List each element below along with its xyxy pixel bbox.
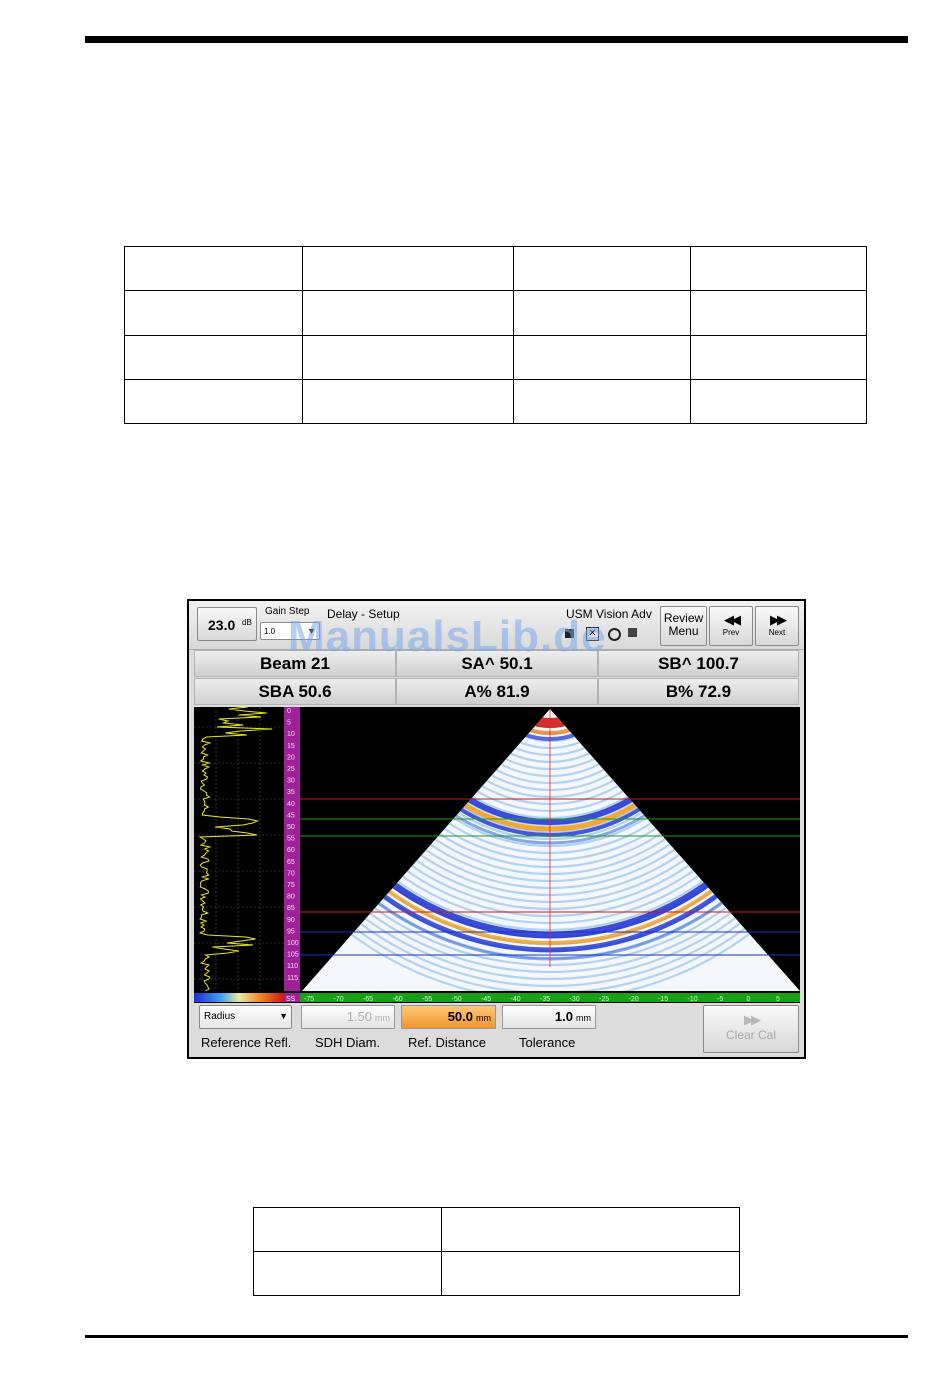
depth-tick-label: 25: [287, 766, 295, 773]
scan-view[interactable]: 0 5 10 15 20 25 30 35 40 45 50 55 60 65 70 75 80 85 90 95 10…: [194, 706, 800, 1003]
bottom-table: [253, 1207, 740, 1296]
depth-tick-label: 100: [287, 940, 299, 947]
depth-tick-label: 90: [287, 917, 295, 924]
angle-tick-label: -25: [599, 996, 609, 1003]
angle-tick-label: -10: [688, 996, 698, 1003]
table-row: [253, 1251, 740, 1296]
calibration-controls: Radius ▼ Reference Refl. 1.50 mm SDH Diam…: [194, 1005, 800, 1057]
angle-tick-label: -35: [540, 996, 550, 1003]
gain-value: 23.0: [208, 617, 236, 633]
rewind-icon: ◀◀: [724, 612, 741, 627]
depth-tick-label: 30: [287, 778, 295, 785]
depth-tick-label: 80: [287, 894, 295, 901]
depth-tick-label: 105: [287, 952, 299, 959]
depth-tick-label: 60: [287, 847, 295, 854]
top-table: [124, 245, 867, 425]
tolerance-unit: mm: [576, 1013, 591, 1023]
depth-tick-label: 10: [287, 731, 295, 738]
ref-distance-value: 50.0: [447, 1009, 473, 1024]
chevron-down-icon: ▼: [279, 1011, 288, 1021]
next-button[interactable]: ▶▶ Next: [755, 606, 799, 646]
angle-tick-label: 0: [747, 996, 751, 1003]
sdh-diam-label: SDH Diam.: [315, 1035, 381, 1050]
table-row: [124, 290, 867, 336]
sector-scan: 0510152025303540455055606570758085909510…: [194, 706, 800, 1003]
depth-tick-label: 5: [287, 720, 291, 727]
prev-button[interactable]: ◀◀ Prev: [709, 606, 753, 646]
reference-refl-label: Reference Refl.: [201, 1035, 292, 1050]
tolerance-field[interactable]: 1.0 mm: [502, 1005, 596, 1029]
header-rule: [85, 36, 908, 43]
depth-tick-label: 55: [287, 836, 295, 843]
angle-tick-label: 5: [776, 996, 780, 1003]
angle-tick-label: -50: [452, 996, 462, 1003]
depth-tick-label: 40: [287, 801, 295, 808]
sdh-diam-unit: mm: [375, 1013, 390, 1023]
angle-tick-label: -60: [393, 996, 403, 1003]
gain-step-value: 1.0: [264, 627, 276, 636]
next-label: Next: [768, 628, 786, 637]
sdh-diam-field[interactable]: 1.50 mm: [301, 1005, 395, 1029]
depth-tick-label: 75: [287, 882, 295, 889]
review-menu-line2: Menu: [668, 624, 699, 638]
ref-distance-unit: mm: [476, 1013, 491, 1023]
angle-tick-label: -65: [363, 996, 373, 1003]
angle-tick-label: -70: [334, 996, 344, 1003]
readout-sba: SBA 50.6: [194, 678, 396, 705]
depth-tick-label: 65: [287, 859, 295, 866]
depth-tick-label: 85: [287, 905, 295, 912]
depth-tick-label: 0: [287, 708, 291, 715]
fast-forward-icon: ▶▶: [744, 1012, 761, 1027]
gain-button[interactable]: 23.0 dB: [197, 607, 257, 641]
readout-sb: SB^ 100.7: [598, 650, 799, 677]
angle-tick-label: -75: [304, 996, 314, 1003]
ascan-panel: [194, 707, 284, 991]
depth-tick-label: 45: [287, 812, 295, 819]
angle-tick-label: -15: [658, 996, 668, 1003]
depth-tick-label: 15: [287, 743, 295, 750]
ref-distance-label: Ref. Distance: [408, 1035, 487, 1050]
readout-a-pct: A% 81.9: [396, 678, 598, 705]
ref-distance-field[interactable]: 50.0 mm: [401, 1005, 496, 1029]
angle-tick-label: -40: [511, 996, 521, 1003]
reference-refl-select[interactable]: Radius ▼: [199, 1005, 292, 1029]
fast-forward-icon: ▶▶: [770, 612, 787, 627]
readout-b-pct: B% 72.9: [598, 678, 799, 705]
table-row: [124, 378, 867, 425]
depth-tick-label: 95: [287, 928, 295, 935]
color-palette-bar: [194, 993, 284, 1002]
depth-tick-label: 110: [287, 963, 298, 970]
table-row: [124, 334, 867, 380]
angle-tick-label: -5: [717, 996, 723, 1003]
depth-tick-label: 115: [287, 975, 298, 982]
tolerance-value: 1.0: [554, 1009, 573, 1024]
angle-tick-label: -55: [422, 996, 432, 1003]
review-menu-button[interactable]: Review Menu: [660, 606, 707, 646]
sdh-diam-value: 1.50: [346, 1009, 372, 1024]
reference-refl-value: Radius: [204, 1011, 236, 1022]
clear-cal-label: Clear Cal: [725, 1028, 776, 1042]
footer-rule: [85, 1335, 908, 1338]
angle-tick-label: -20: [629, 996, 639, 1003]
device-screenshot: 23.0 dB Gain Step 1.0 ▼ Delay - Setup US…: [187, 599, 806, 1059]
angle-tick-label: -30: [570, 996, 580, 1003]
watermark: ManualsLib.de: [288, 612, 607, 661]
depth-tick-label: 20: [287, 754, 295, 761]
table-row: [253, 1207, 740, 1252]
depth-tick-label: 50: [287, 824, 295, 831]
table-row: [124, 245, 867, 292]
prev-label: Prev: [722, 628, 740, 637]
angle-tick-label: -45: [481, 996, 491, 1003]
depth-tick-label: 35: [287, 789, 295, 796]
tolerance-label: Tolerance: [519, 1035, 576, 1050]
settings-icon: [628, 628, 637, 637]
clear-cal-button[interactable]: ▶▶ Clear Cal: [703, 1005, 799, 1053]
depth-scale-end: SS: [286, 996, 296, 1003]
gain-unit: dB: [242, 618, 252, 627]
depth-tick-label: 70: [287, 870, 295, 877]
link-icon: [608, 628, 621, 641]
